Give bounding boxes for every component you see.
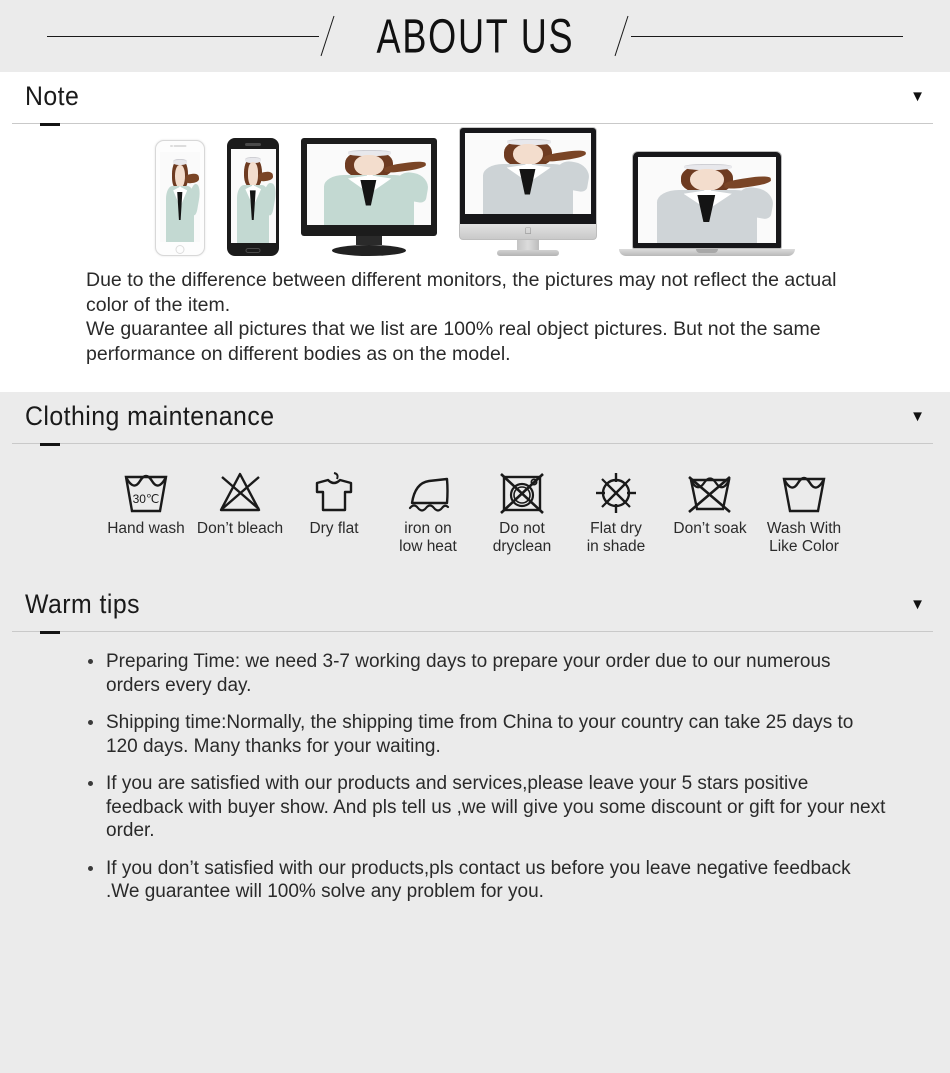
device-imac:  [459,127,597,256]
do-not-soak-icon [663,464,757,520]
care-label: Hand wash [107,520,185,537]
care-item-do-not-soak: Don’t soak [663,464,757,538]
care-item-hand-wash: 30℃ Hand wash [99,464,193,538]
section-header-warm-tips[interactable]: Warm tips ▼ [0,580,950,638]
model-photo [638,157,776,243]
monitor-bezel [301,138,437,236]
monitor-stand-neck [356,236,382,245]
chevron-down-icon[interactable]: ▼ [910,594,925,616]
care-instruction-row: 30℃ Hand wash Don’t bleach Dry flat iron… [0,450,950,580]
macbook-screen [638,157,776,243]
page-header: ABOUT US [0,0,950,72]
flat-dry-in-shade-icon [569,464,663,520]
section-accent-mark [40,630,60,634]
do-not-dryclean-icon [475,464,569,520]
care-label: Don’t soak [673,520,747,537]
section-title-clothing-maintenance: Clothing maintenance [25,401,275,431]
model-photo [160,152,200,242]
hand-wash-tub-icon: 30℃ [99,464,193,520]
monitor-stand-base [332,245,406,256]
note-paragraph-1: Due to the difference between different … [86,269,837,316]
imac-stand-neck [517,240,539,250]
header-rule-line-right [631,35,904,37]
note-paragraph-2: We guarantee all pictures that we list a… [86,318,821,365]
care-item-do-not-bleach: Don’t bleach [193,464,287,538]
imac-screen [465,133,591,214]
android-body [227,138,279,256]
list-item: Shipping time:Normally, the shipping tim… [84,711,886,758]
model-photo [465,133,591,214]
imac-stand-base [497,250,559,256]
care-label: iron on low heat [399,520,457,555]
iphone-screen [160,152,200,242]
do-not-bleach-icon [193,464,287,520]
chevron-down-icon[interactable]: ▼ [910,406,925,428]
care-label: Dry flat [309,520,359,537]
list-item: If you are satisfied with our products a… [84,772,886,843]
header-rule-line-left [46,35,319,37]
iron-low-heat-icon [381,464,475,520]
imac-bezel [459,127,597,224]
section-accent-mark [40,122,60,126]
care-item-flat-dry-in-shade: Flat dry in shade [569,464,663,556]
note-text-block: Due to the difference between different … [0,262,950,392]
care-label: Wash With Like Color [766,520,842,555]
section-divider [12,123,933,124]
macbook-hinge [619,249,795,256]
header-slash-left-icon [319,15,337,57]
header-rule-left [46,15,337,57]
android-screen [230,149,276,243]
macbook-lid [632,151,782,249]
section-header-note[interactable]: Note ▼ [0,72,950,130]
list-item: Preparing Time: we need 3-7 working days… [84,650,886,697]
section-accent-mark [40,442,60,446]
warm-tips-list: Preparing Time: we need 3-7 working days… [0,638,950,958]
list-item: If you don’t satisfied with our products… [84,857,886,904]
section-title-warm-tips: Warm tips [25,589,140,619]
section-divider [12,631,933,632]
section-title-note: Note [25,81,80,111]
dry-flat-shirt-icon [287,464,381,520]
android-home-button-icon [245,248,261,253]
iphone-camera-icon [170,144,173,147]
device-monitor [301,138,437,256]
care-label: Don’t bleach [196,520,284,537]
care-label: Do not dryclean [492,520,552,555]
page-title: ABOUT US [376,8,574,63]
wash-with-like-color-icon [757,464,851,520]
header-rule-right [613,15,904,57]
iphone-body [155,140,205,256]
chevron-down-icon[interactable]: ▼ [910,86,925,108]
care-item-do-not-dryclean: Do not dryclean [475,464,569,556]
section-header-clothing-maintenance[interactable]: Clothing maintenance ▼ [0,392,950,450]
device-android [227,138,279,256]
device-macbook [619,151,795,256]
device-iphone [155,140,205,256]
macbook-notch [696,249,718,253]
section-warm-tips: Warm tips ▼ Preparing Time: we need 3-7 … [0,580,950,958]
apple-logo-icon:  [525,227,532,236]
header-slash-right-icon [613,15,631,57]
svg-text:30℃: 30℃ [133,492,160,506]
device-mockup-row:  [0,127,950,262]
iphone-home-button-icon [175,245,185,254]
android-speaker-icon [245,143,261,146]
care-item-dry-flat: Dry flat [287,464,381,538]
monitor-screen [307,144,431,225]
section-divider [12,443,933,444]
care-item-iron-low-heat: iron on low heat [381,464,475,556]
model-photo [230,149,276,243]
section-clothing-maintenance: Clothing maintenance ▼ 30℃ Hand wash Don… [0,392,950,580]
iphone-speaker-icon [173,145,187,147]
care-item-wash-with-like-color: Wash With Like Color [757,464,851,556]
imac-chin:  [459,224,597,240]
care-label: Flat dry in shade [586,520,646,555]
section-note: Note ▼ Due to the difference between dif… [0,72,950,392]
model-photo [307,144,431,225]
